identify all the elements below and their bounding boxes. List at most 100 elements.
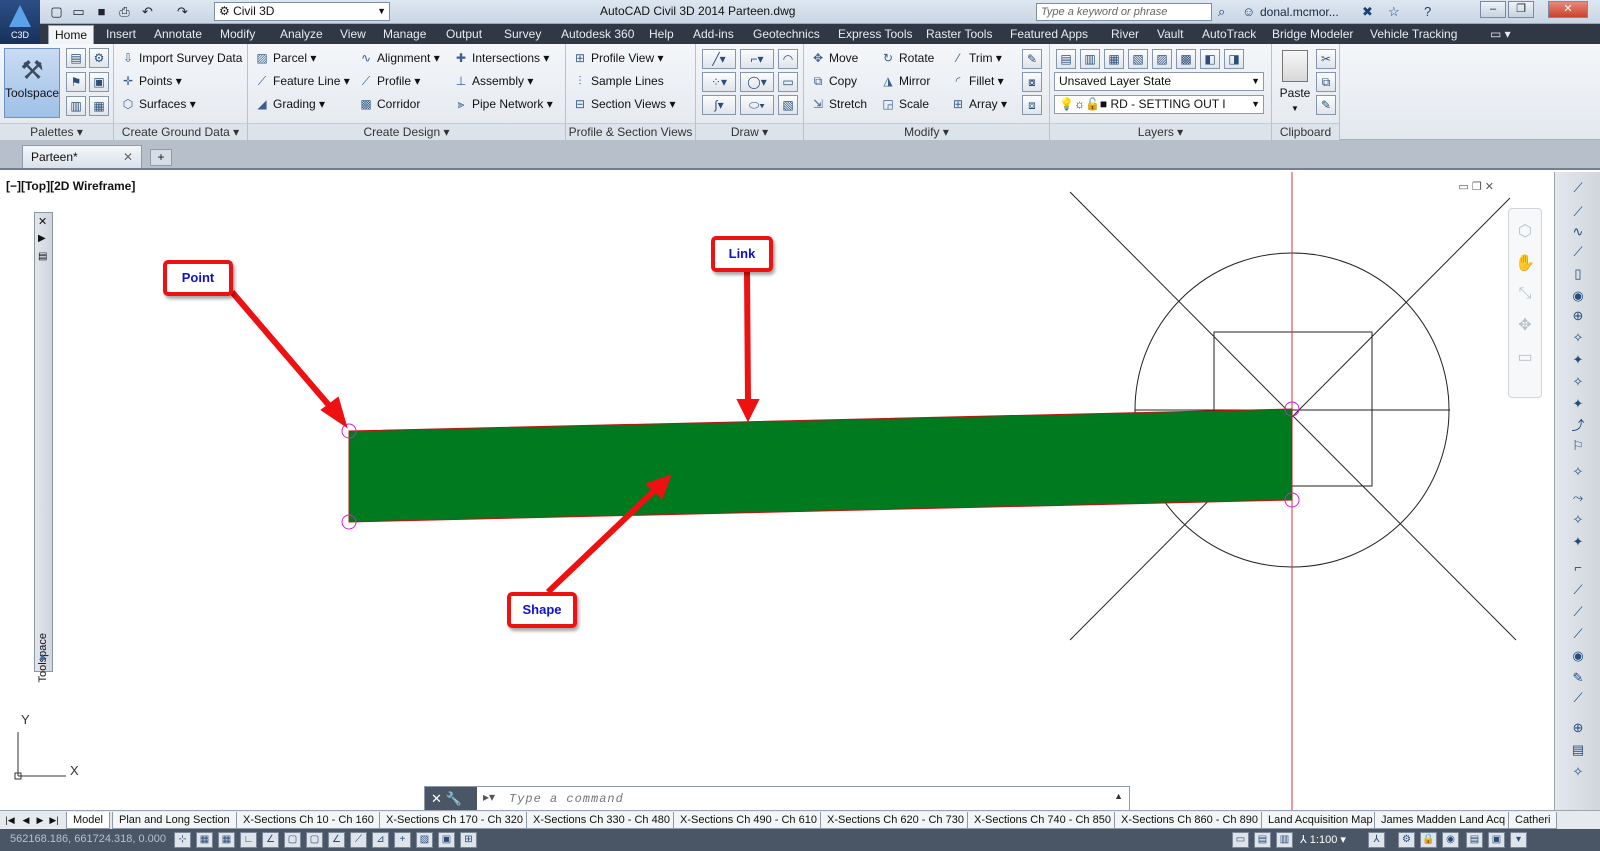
layout-tab-xs-620-730[interactable]: X-Sections Ch 620 - Ch 730 bbox=[820, 812, 971, 829]
annotation-scale[interactable]: ⅄ 1:100 ▾ bbox=[1300, 833, 1346, 846]
ducs-icon[interactable]: ⟋ bbox=[350, 832, 367, 848]
close-tab-icon[interactable]: ✕ bbox=[123, 146, 133, 168]
binoculars-icon[interactable]: ⌕ bbox=[1218, 3, 1225, 20]
layout-tab-land-acquisition-map[interactable]: Land Acquisition Map bbox=[1261, 812, 1380, 829]
new-tab-button[interactable]: + bbox=[150, 149, 172, 166]
viewcube-icon[interactable]: ⬡ bbox=[1509, 221, 1541, 241]
layout-tab-xs-860-890[interactable]: X-Sections Ch 860 - Ch 890 bbox=[1114, 812, 1265, 829]
tool-icon-26[interactable]: ▤ bbox=[1568, 740, 1588, 760]
import-survey-data-button[interactable]: ⇩ Import Survey Data bbox=[120, 49, 242, 67]
workspace-switch-icon[interactable]: ⚙ bbox=[1398, 832, 1415, 848]
quick-view-drawings-icon[interactable]: ▥ bbox=[1276, 832, 1293, 848]
last-tab-icon[interactable]: ▶| bbox=[48, 812, 60, 829]
polyline-icon[interactable]: ⌐▾ bbox=[740, 49, 774, 69]
tab-featured-apps[interactable]: Featured Apps bbox=[1004, 25, 1094, 44]
tool-icon-10[interactable]: ✧ bbox=[1568, 372, 1588, 392]
autohide-icon[interactable]: ▶ bbox=[38, 233, 46, 244]
tool-icon-22[interactable]: ◉ bbox=[1568, 646, 1588, 666]
layout-tab-xs-490-610[interactable]: X-Sections Ch 490 - Ch 610 bbox=[673, 812, 824, 829]
sample-lines-button[interactable]: ⫶ Sample Lines bbox=[572, 72, 663, 90]
tab-survey[interactable]: Survey bbox=[498, 25, 547, 44]
survey-icon[interactable]: ⚑ bbox=[66, 72, 86, 92]
close-icon[interactable]: ✕ bbox=[431, 791, 442, 806]
panel-title-clipboard[interactable]: Clipboard bbox=[1272, 123, 1339, 140]
document-tab-parteen[interactable]: Parteen* ✕ bbox=[22, 145, 142, 168]
print-icon[interactable]: ⎙ bbox=[116, 3, 133, 20]
layer-match-icon[interactable]: ▩ bbox=[1176, 49, 1196, 69]
snap-icon[interactable]: ▦ bbox=[196, 832, 213, 848]
scale-button[interactable]: ◲ Scale bbox=[880, 95, 929, 113]
prospector-icon[interactable]: ▤ bbox=[66, 48, 86, 68]
ortho-icon[interactable]: ∟ bbox=[240, 832, 257, 848]
points-button[interactable]: ✛ Points ▾ bbox=[120, 72, 182, 90]
layer-walk-icon[interactable]: ◨ bbox=[1224, 49, 1244, 69]
tool-icon-23[interactable]: ✎ bbox=[1568, 668, 1588, 688]
toolspace-button[interactable]: ⚒ Toolspace bbox=[4, 48, 60, 118]
open-folder-icon[interactable]: ▭ bbox=[70, 3, 87, 20]
hardware-accel-icon[interactable]: ◉ bbox=[1442, 832, 1459, 848]
tool-icon-9[interactable]: ✦ bbox=[1568, 350, 1588, 370]
lineweight-icon[interactable]: + bbox=[394, 832, 411, 848]
tool-icon-7[interactable]: ⊕ bbox=[1568, 306, 1588, 326]
annotation-visibility-icon[interactable]: ⅄ bbox=[1368, 832, 1385, 848]
application-menu-button[interactable]: C3D bbox=[0, 0, 40, 44]
panel-title-modify[interactable]: Modify ▾ bbox=[804, 123, 1049, 140]
selection-cycling-icon[interactable]: ⊞ bbox=[460, 832, 477, 848]
tool-icon-1[interactable]: ⟋ bbox=[1568, 178, 1588, 198]
tool-palettes-icon[interactable]: ▦ bbox=[89, 96, 109, 116]
tab-insert[interactable]: Insert bbox=[100, 25, 142, 44]
erase-icon[interactable]: ✎ bbox=[1022, 49, 1042, 69]
parcel-button[interactable]: ▨ Parcel ▾ bbox=[254, 49, 316, 67]
cut-icon[interactable]: ✂ bbox=[1316, 49, 1336, 69]
tool-icon-3[interactable]: ∿ bbox=[1568, 222, 1588, 242]
explode-icon[interactable]: ⧇ bbox=[1022, 72, 1042, 92]
quick-properties-icon[interactable]: ▣ bbox=[438, 832, 455, 848]
previous-tab-icon[interactable]: ◀ bbox=[20, 812, 32, 829]
tab-vault[interactable]: Vault bbox=[1151, 25, 1189, 44]
model-space-icon[interactable]: ▭ bbox=[1232, 832, 1249, 848]
properties-icon[interactable]: ▥ bbox=[66, 96, 86, 116]
tab-vehicle-tracking[interactable]: Vehicle Tracking bbox=[1364, 25, 1463, 44]
tool-icon-25[interactable]: ⊕ bbox=[1568, 718, 1588, 738]
tool-icon-14[interactable]: ✧ bbox=[1568, 462, 1588, 482]
minimize-button[interactable]: – bbox=[1480, 1, 1506, 18]
save-icon[interactable]: ■ bbox=[93, 3, 110, 20]
tool-icon-21[interactable]: ⟋ bbox=[1568, 624, 1588, 644]
osnap-icon[interactable]: ▢ bbox=[284, 832, 301, 848]
star-icon[interactable]: ☆ bbox=[1388, 3, 1400, 20]
copy-button[interactable]: ⧉ Copy bbox=[810, 72, 857, 90]
circle-icon[interactable]: ◯▾ bbox=[740, 72, 774, 92]
tab-autodesk-360[interactable]: Autodesk 360 bbox=[555, 25, 640, 44]
status-menu-icon[interactable]: ▾ bbox=[1510, 832, 1527, 848]
fillet-button[interactable]: ◜ Fillet ▾ bbox=[950, 72, 1004, 90]
tool-icon-4[interactable]: ⟋ bbox=[1568, 242, 1588, 262]
line-icon[interactable]: ╱▾ bbox=[702, 49, 736, 69]
layer-isolate-icon[interactable]: ▥ bbox=[1080, 49, 1100, 69]
tab-output[interactable]: Output bbox=[440, 25, 488, 44]
tab-bridge-modeler[interactable]: Bridge Modeler bbox=[1266, 25, 1359, 44]
showmotion-icon[interactable]: ▭ bbox=[1509, 347, 1541, 367]
help-icon[interactable]: ? bbox=[1424, 3, 1431, 20]
tab-home[interactable]: Home bbox=[48, 25, 95, 44]
rectangle-icon[interactable]: ▭ bbox=[778, 72, 798, 92]
tool-icon-24[interactable]: ⟋ bbox=[1568, 688, 1588, 708]
panel-title-create-design[interactable]: Create Design ▾ bbox=[248, 123, 565, 140]
layer-lock-icon[interactable]: ▨ bbox=[1152, 49, 1172, 69]
layout-tab-xs-10-160[interactable]: X-Sections Ch 10 - Ch 160 bbox=[236, 812, 381, 829]
first-tab-icon[interactable]: |◀ bbox=[4, 812, 16, 829]
profile-view-button[interactable]: ⊞ Profile View ▾ bbox=[572, 49, 664, 67]
tab-river[interactable]: River bbox=[1105, 25, 1145, 44]
command-line-controls[interactable]: ✕ 🔧 bbox=[425, 787, 477, 810]
intersections-button[interactable]: ✚ Intersections ▾ bbox=[453, 49, 549, 67]
tab-analyze[interactable]: Analyze bbox=[274, 25, 329, 44]
layout-tab-plan-long-section[interactable]: Plan and Long Section bbox=[112, 812, 237, 829]
transparency-icon[interactable]: ▨ bbox=[416, 832, 433, 848]
offset-icon[interactable]: ⧈ bbox=[1022, 95, 1042, 115]
command-line[interactable]: ✕ 🔧 ▸▾ ▲ bbox=[424, 786, 1130, 810]
drawing-area[interactable]: [−][Top][2D Wireframe] ▭ ❐ ✕ Point Link … bbox=[0, 172, 1554, 810]
move-button[interactable]: ✥ Move bbox=[810, 49, 858, 67]
tool-icon-5[interactable]: ▯ bbox=[1568, 264, 1588, 284]
redo-icon[interactable]: ↷ bbox=[174, 3, 191, 20]
exchange-icon[interactable]: ✖ bbox=[1362, 3, 1373, 20]
layout-tab-model[interactable]: Model bbox=[66, 812, 110, 829]
